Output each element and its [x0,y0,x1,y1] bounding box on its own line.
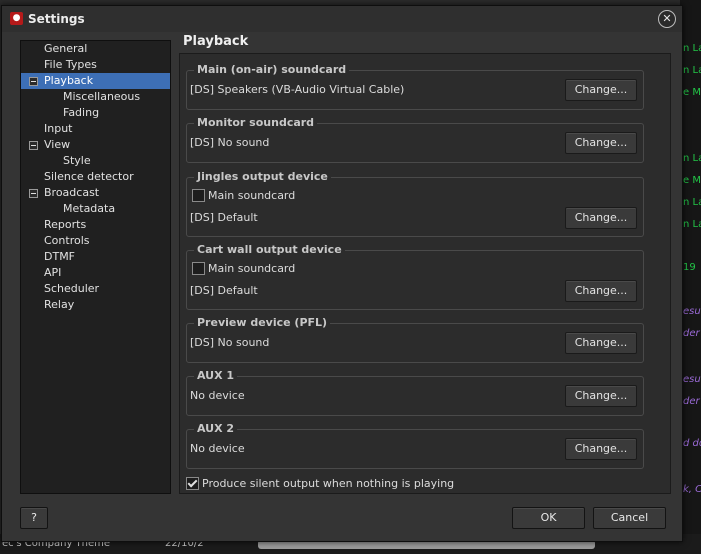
nav-item-label: API [44,266,62,279]
cancel-button[interactable]: Cancel [593,507,666,529]
background-playlist-line: n La [683,197,701,208]
group-legend: AUX 2 [194,422,238,435]
background-playlist-line: n La [683,65,701,76]
group-legend: Monitor soundcard [194,116,318,129]
group-legend: Jingles output device [194,170,331,183]
device-name: No device [190,442,245,455]
background-playlist-line: n La [683,43,701,54]
background-playlist-line: d do [683,438,701,449]
change-aux2-device-button[interactable]: Change... [565,438,637,460]
app-logo-icon: ● [10,12,23,25]
checkbox-label: Main soundcard [208,262,296,275]
ok-button[interactable]: OK [512,507,585,529]
background-playlist-line: n La [683,153,701,164]
nav-item-label: File Types [44,58,97,71]
device-name: [DS] Default [190,284,258,297]
main-soundcard-group: Main (on-air) soundcard [DS] Speakers (V… [186,63,644,110]
nav-item-label: Relay [44,298,75,311]
produce-silent-output-checkbox[interactable] [186,477,199,490]
nav-item-label: Scheduler [44,282,100,295]
preview-device-group: Preview device (PFL) [DS] No sound Chang… [186,316,644,363]
change-monitor-soundcard-button[interactable]: Change... [565,132,637,154]
background-playlist-line: k, C [683,484,701,495]
group-legend: Cart wall output device [194,243,345,256]
nav-item-label: Fading [63,106,100,119]
aux2-group: AUX 2 No device Change... [186,422,644,469]
monitor-soundcard-group: Monitor soundcard [DS] No sound Change..… [186,116,644,163]
nav-item-label: Input [44,122,73,135]
device-name: [DS] Default [190,211,258,224]
nav-item-label: Controls [44,234,90,247]
change-preview-device-button[interactable]: Change... [565,332,637,354]
collapse-toggle-icon[interactable] [29,141,38,150]
nav-item-label: DTMF [44,250,76,263]
nav-item-label: General [44,42,88,55]
background-playlist-strip [680,0,701,554]
group-legend: Main (on-air) soundcard [194,63,350,76]
background-playlist-line: n La [683,219,701,230]
produce-silent-output-label: Produce silent output when nothing is pl… [202,477,455,490]
title-bar: ● Settings ✕ [2,6,682,32]
group-legend: AUX 1 [194,369,238,382]
background-playlist-line: der [683,328,700,339]
nav-item-playback[interactable]: Playback [21,73,170,89]
nav-item-label: Style [63,154,91,167]
nav-item-label: Silence detector [44,170,134,183]
background-playlist-line: esu [683,306,701,317]
nav-item-label: View [44,138,71,151]
jingles-main-soundcard-checkbox[interactable] [192,189,205,202]
window-title: Settings [28,12,85,26]
close-button[interactable]: ✕ [658,10,676,28]
background-playlist-line: e M [683,175,701,186]
collapse-toggle-icon[interactable] [29,77,38,86]
aux1-group: AUX 1 No device Change... [186,369,644,416]
group-legend: Preview device (PFL) [194,316,331,329]
page-title: Playback [183,34,249,49]
checkbox-label: Main soundcard [208,189,296,202]
help-button[interactable]: ? [20,507,48,529]
nav-item-label: Playback [44,74,94,87]
cart-wall-output-group: Cart wall output device Main soundcard [… [186,243,644,310]
collapse-toggle-icon[interactable] [29,189,38,198]
background-playlist-line: 19 [683,262,696,273]
background-playlist-line: esu [683,374,701,385]
background-playlist-line: der [683,396,700,407]
nav-item-label: Reports [44,218,87,231]
change-jingles-device-button[interactable]: Change... [565,207,637,229]
device-name: [DS] Speakers (VB-Audio Virtual Cable) [190,83,405,96]
device-name: [DS] No sound [190,336,270,349]
jingles-output-group: Jingles output device Main soundcard [DS… [186,170,644,237]
change-main-soundcard-button[interactable]: Change... [565,79,637,101]
background-playlist-line: e M [683,87,701,98]
settings-nav-tree: General File Types Playback Miscellaneous Fa… [20,40,171,494]
change-cart-wall-device-button[interactable]: Change... [565,280,637,302]
nav-item-label: Broadcast [44,186,100,199]
change-aux1-device-button[interactable]: Change... [565,385,637,407]
nav-item-label: Miscellaneous [63,90,141,103]
nav-item-label: Metadata [63,202,116,215]
cart-wall-main-soundcard-checkbox[interactable] [192,262,205,275]
device-name: No device [190,389,245,402]
device-name: [DS] No sound [190,136,270,149]
